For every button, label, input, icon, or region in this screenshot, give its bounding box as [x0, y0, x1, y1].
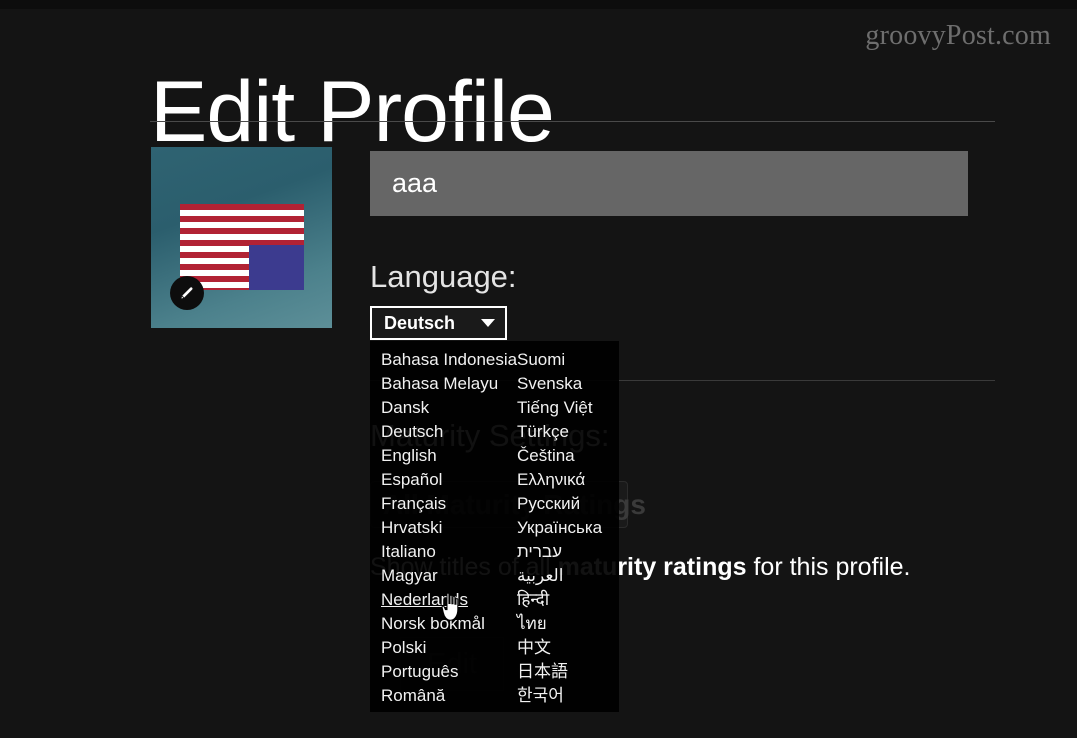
language-option[interactable]: Ελληνικά [517, 468, 619, 492]
language-option[interactable]: Dansk [381, 396, 515, 420]
language-options-column-left: Bahasa Indonesia Bahasa Melayu Dansk Deutsc… [370, 348, 517, 708]
language-option[interactable]: ไทย [517, 612, 619, 636]
avatar-flag-image [180, 204, 304, 290]
avatar-edit-pencil-icon[interactable] [170, 276, 204, 310]
language-option[interactable]: Українська [517, 516, 619, 540]
language-option[interactable]: Português [381, 660, 515, 684]
language-option[interactable]: Magyar [381, 564, 515, 588]
language-options-column-right: Suomi Svenska Tiếng Việt Türkçe Čeština Ελλην… [515, 348, 619, 706]
site-watermark: groovyPost.com [865, 20, 1051, 51]
language-option[interactable]: Suomi [517, 348, 619, 372]
language-option[interactable]: Deutsch [381, 420, 515, 444]
profile-name-input[interactable] [370, 151, 968, 216]
language-option[interactable]: 한국어 [517, 684, 619, 708]
language-option[interactable]: עברית [517, 540, 619, 564]
header-divider [150, 121, 995, 122]
language-option[interactable]: Bahasa Melayu [381, 372, 515, 396]
language-option[interactable]: Français [381, 492, 515, 516]
language-option[interactable]: Română [381, 684, 515, 708]
language-label: Language: [370, 259, 517, 294]
language-select-button[interactable]: Deutsch [370, 306, 507, 340]
language-option[interactable]: Bahasa Indonesia [381, 348, 517, 372]
chevron-down-icon [481, 319, 495, 327]
language-option[interactable]: Norsk bokmål [381, 612, 515, 636]
pencil-icon [180, 286, 194, 300]
page-title: Edit Profile [150, 63, 555, 160]
language-option[interactable]: Türkçe [517, 420, 619, 444]
language-option[interactable]: Tiếng Việt [517, 396, 619, 420]
profile-avatar[interactable] [151, 147, 332, 328]
language-option[interactable]: Čeština [517, 444, 619, 468]
language-option[interactable]: Nederlands [381, 588, 515, 612]
language-option[interactable]: Русский [517, 492, 619, 516]
language-option[interactable]: Svenska [517, 372, 619, 396]
language-option[interactable]: Italiano [381, 540, 515, 564]
language-option[interactable]: हिन्दी [517, 588, 619, 612]
language-option[interactable]: English [381, 444, 515, 468]
language-option[interactable]: Hrvatski [381, 516, 515, 540]
language-option[interactable]: العربية [517, 564, 619, 588]
language-dropdown-list[interactable]: Bahasa Indonesia Bahasa Melayu Dansk Deutsc… [370, 341, 619, 712]
language-option[interactable]: Polski [381, 636, 515, 660]
language-option[interactable]: 日本語 [517, 660, 619, 684]
avatar-flag-canton [249, 245, 304, 290]
window-top-strip [0, 0, 1077, 9]
maturity-description-suffix: for this profile. [746, 553, 911, 581]
language-selected-value: Deutsch [384, 312, 456, 333]
language-option[interactable]: Español [381, 468, 515, 492]
language-option[interactable]: 中文 [517, 636, 619, 660]
